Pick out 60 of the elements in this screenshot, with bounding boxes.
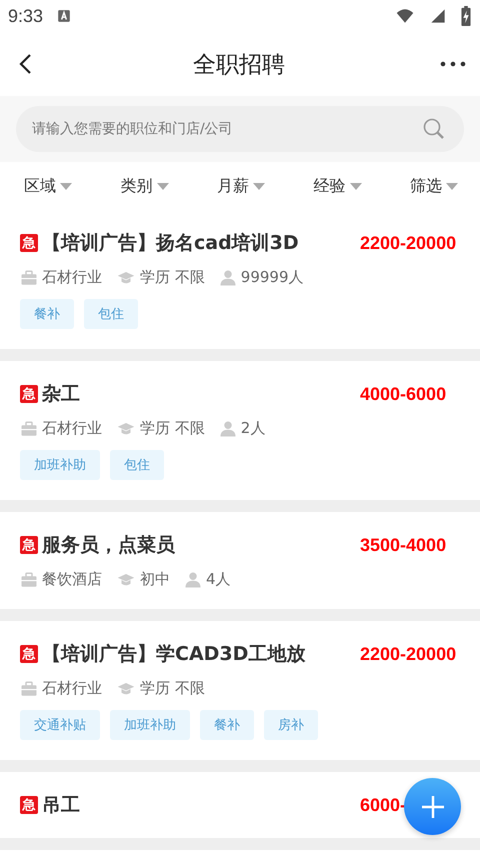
signal-icon (430, 7, 446, 25)
wifi-icon (394, 7, 416, 25)
benefit-tag: 加班补助 (20, 450, 100, 480)
benefit-tag: 包住 (110, 450, 164, 480)
urgent-badge: 急 (20, 645, 38, 663)
headcount: 4人 (206, 570, 231, 589)
urgent-badge: 急 (20, 796, 38, 814)
industry: 石材行业 (42, 268, 102, 287)
education: 学历 不限 (140, 268, 205, 287)
urgent-badge: 急 (20, 385, 38, 403)
job-title: 吊工 (42, 793, 80, 818)
education: 初中 (140, 570, 170, 589)
salary: 4000-6000 (360, 384, 446, 404)
industry: 石材行业 (42, 419, 102, 438)
more-icon[interactable] (440, 60, 466, 68)
industry: 餐饮酒店 (42, 570, 102, 589)
salary: 3500-4000 (360, 534, 446, 556)
job-title: 杂工 (42, 382, 80, 407)
person-icon (218, 420, 237, 438)
benefit-tag: 包住 (84, 299, 138, 329)
filter-dropdown[interactable]: 类别 (120, 176, 168, 196)
search-bar[interactable]: 请输入您需要的职位和门店/公司 (16, 106, 464, 152)
person-icon (184, 570, 202, 588)
status-time: 9:33 (8, 6, 44, 26)
filter-dropdown[interactable]: 区域 (24, 176, 72, 196)
notification-icon (57, 9, 72, 23)
caret-icon (350, 182, 362, 190)
person-icon (218, 268, 237, 286)
caret-icon (253, 182, 265, 190)
briefcase-icon (20, 570, 38, 588)
headcount: 99999人 (240, 268, 304, 287)
salary: 6000- (360, 794, 406, 816)
briefcase-icon (20, 420, 38, 438)
filter-dropdown[interactable]: 月薪 (217, 176, 265, 196)
briefcase-icon (20, 680, 38, 698)
plus-icon (420, 794, 444, 818)
benefit-tag: 加班补助 (110, 710, 190, 740)
salary: 2200-20000 (360, 644, 456, 664)
benefit-tag: 房补 (264, 710, 318, 740)
education: 学历 不限 (140, 679, 205, 698)
briefcase-icon (20, 268, 38, 286)
industry: 石材行业 (42, 679, 102, 698)
headcount: 2人 (240, 419, 266, 438)
salary: 2200-20000 (360, 232, 456, 254)
battery-icon (460, 6, 472, 26)
filter-dropdown[interactable]: 经验 (314, 176, 362, 196)
filter-dropdown[interactable]: 筛选 (410, 176, 458, 196)
education: 学历 不限 (140, 419, 205, 438)
caret-icon (60, 182, 72, 190)
caret-icon (446, 182, 458, 190)
benefit-tag: 餐补 (20, 299, 74, 329)
job-title: 【培训广告】扬名cad培训3D (42, 231, 299, 256)
job-title: 【培训广告】学CAD3D工地放 (42, 642, 306, 667)
urgent-badge: 急 (20, 234, 38, 252)
benefit-tag: 交通补贴 (20, 710, 100, 740)
page-title: 全职招聘 (193, 50, 285, 80)
urgent-badge: 急 (20, 536, 38, 554)
job-title: 服务员，点菜员 (42, 533, 175, 558)
benefit-tag: 餐补 (200, 710, 254, 740)
caret-icon (156, 182, 168, 190)
